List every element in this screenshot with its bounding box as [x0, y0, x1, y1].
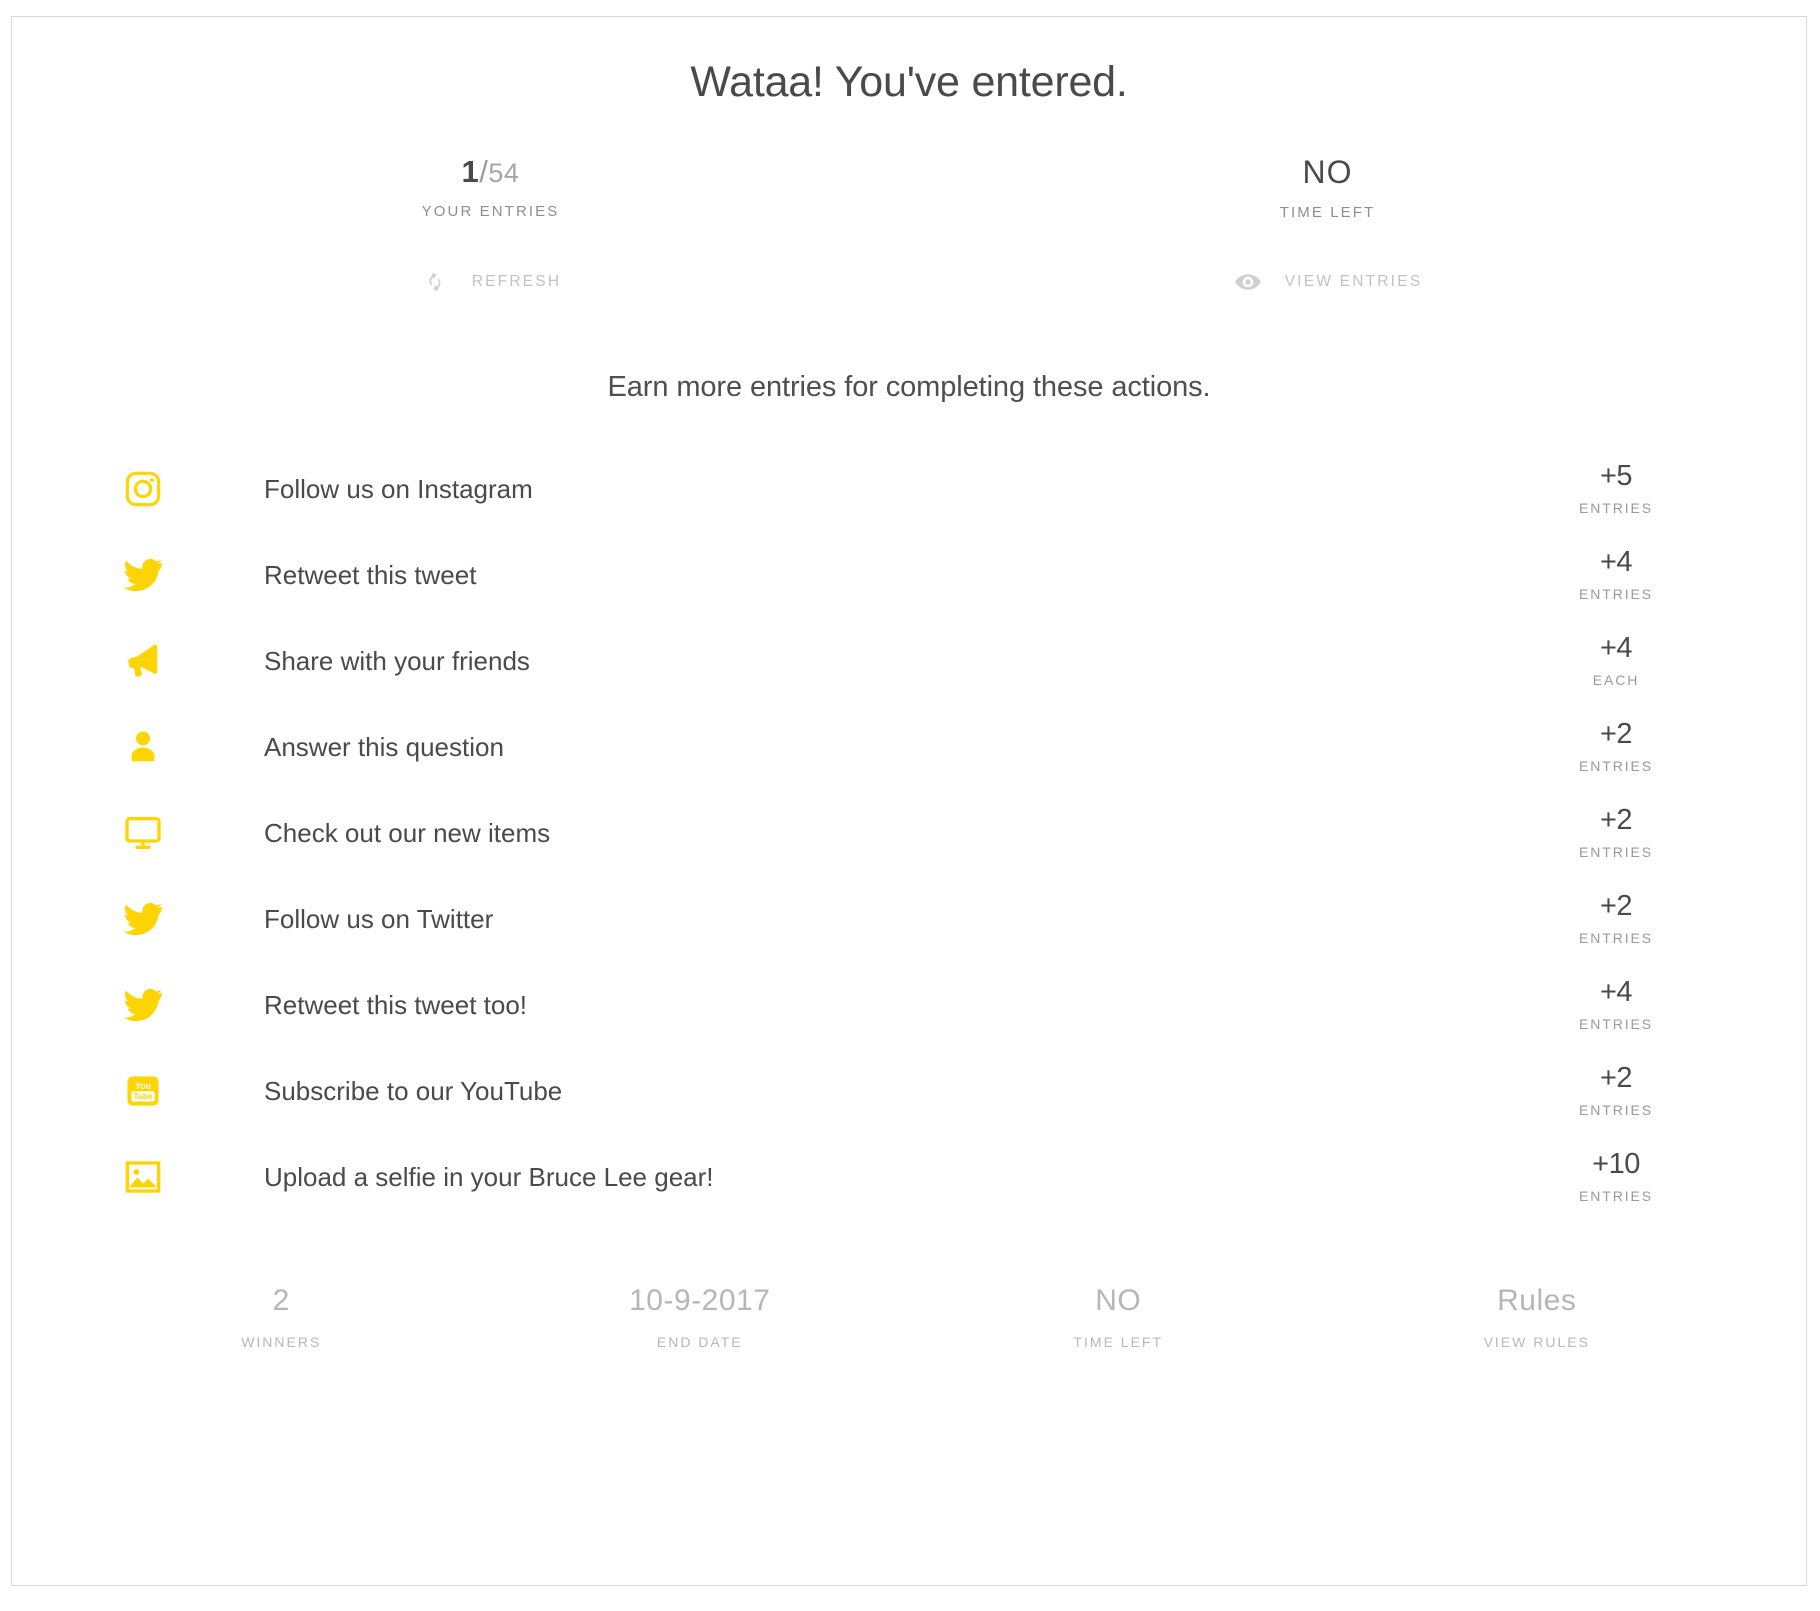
footer: 2 WINNERS 10-9-2017 END DATE NO TIME LEF…: [12, 1284, 1806, 1351]
refresh-icon: [420, 267, 450, 297]
action-label: Answer this question: [264, 731, 504, 762]
action-entry-amount: +2: [1599, 1062, 1633, 1095]
megaphone-icon: [117, 641, 169, 681]
action-entry-amount: +4: [1599, 546, 1633, 579]
action-entry-amount: +2: [1599, 890, 1633, 923]
actions-list: Follow us on Instagram +5 ENTRIES Retweet t…: [12, 446, 1806, 1220]
eye-icon: [1233, 267, 1263, 297]
action-entries: +2 ENTRIES: [1541, 890, 1701, 947]
action-label: Check out our new items: [264, 817, 551, 848]
footer-end-date-label: END DATE: [656, 1334, 743, 1351]
action-entry-unit: ENTRIES: [1579, 1188, 1653, 1205]
section-subtitle: Earn more entries for completing these a…: [607, 371, 1211, 404]
action-row[interactable]: Share with your friends +4 EACH: [117, 618, 1701, 704]
action-label: Follow us on Twitter: [264, 903, 494, 934]
refresh-col: REFRESH: [72, 267, 909, 297]
footer-end-date-value: 10-9-2017: [629, 1284, 771, 1318]
time-left-label: TIME LEFT: [1279, 204, 1376, 222]
view-entries-label: VIEW ENTRIES: [1284, 273, 1423, 291]
action-entry-unit: ENTRIES: [1579, 586, 1653, 603]
action-row[interactable]: Answer this question +2 ENTRIES: [117, 704, 1701, 790]
footer-view-rules[interactable]: Rules VIEW RULES: [1328, 1286, 1747, 1351]
action-row[interactable]: Check out our new items +2 ENTRIES: [117, 790, 1701, 876]
your-entries-count: 1: [461, 154, 480, 190]
action-label: Retweet this tweet: [264, 559, 477, 590]
action-entry-amount: +2: [1599, 804, 1633, 837]
action-row[interactable]: You Tube Subscribe to our YouTube +2 ENTRIES: [117, 1048, 1701, 1134]
footer-time-left-label: TIME LEFT: [1073, 1334, 1164, 1351]
footer-winners-value: 2: [272, 1284, 290, 1318]
twitter-icon: [117, 984, 169, 1026]
action-entries: +4 EACH: [1541, 632, 1701, 689]
action-label: Follow us on Instagram: [264, 473, 533, 504]
action-row[interactable]: Upload a selfie in your Bruce Lee gear! +…: [117, 1134, 1701, 1220]
photo-icon: [117, 1157, 169, 1197]
footer-rules-label: VIEW RULES: [1483, 1334, 1590, 1351]
action-label: Upload a selfie in your Bruce Lee gear!: [264, 1161, 714, 1192]
action-entries: +5 ENTRIES: [1541, 460, 1701, 517]
action-entry-unit: ENTRIES: [1579, 500, 1653, 517]
action-row[interactable]: Follow us on Instagram +5 ENTRIES: [117, 446, 1701, 532]
action-entry-unit: EACH: [1592, 672, 1640, 689]
action-row[interactable]: Retweet this tweet too! +4 ENTRIES: [117, 962, 1701, 1048]
action-entries: +4 ENTRIES: [1541, 546, 1701, 603]
action-entry-amount: +4: [1599, 632, 1633, 665]
action-label: Retweet this tweet too!: [264, 989, 528, 1020]
giveaway-card: Wataa! You've entered. 1/54 YOUR ENTRIES…: [11, 16, 1807, 1586]
action-entry-unit: ENTRIES: [1579, 1016, 1653, 1033]
stat-your-entries: 1/54 YOUR ENTRIES: [72, 156, 909, 221]
your-entries-value: 1/54: [72, 156, 909, 187]
actions-links-row: REFRESH VIEW ENTRIES: [12, 267, 1806, 297]
refresh-button[interactable]: REFRESH: [420, 267, 561, 297]
your-entries-total: 54: [488, 158, 520, 189]
monitor-icon: [117, 813, 169, 853]
your-entries-label: YOUR ENTRIES: [421, 203, 560, 221]
action-label: Share with your friends: [264, 645, 530, 676]
footer-end-date: 10-9-2017 END DATE: [491, 1284, 910, 1351]
instagram-icon: [117, 469, 169, 509]
action-entry-unit: ENTRIES: [1579, 758, 1653, 775]
action-row[interactable]: Retweet this tweet +4 ENTRIES: [117, 532, 1701, 618]
footer-winners-label: WINNERS: [241, 1334, 322, 1351]
action-entry-unit: ENTRIES: [1579, 844, 1653, 861]
footer-time-left-value: NO: [1095, 1284, 1142, 1318]
youtube-icon: You Tube: [117, 1072, 169, 1110]
view-entries-button[interactable]: VIEW ENTRIES: [1233, 267, 1423, 297]
footer-time-left: NO TIME LEFT: [909, 1284, 1328, 1351]
action-entries: +2 ENTRIES: [1541, 718, 1701, 775]
twitter-icon: [117, 554, 169, 596]
action-entry-unit: ENTRIES: [1579, 1102, 1653, 1119]
svg-text:Tube: Tube: [133, 1093, 152, 1102]
action-entry-amount: +2: [1599, 718, 1633, 751]
action-entries: +4 ENTRIES: [1541, 976, 1701, 1033]
action-entries: +2 ENTRIES: [1541, 1062, 1701, 1119]
action-entry-amount: +10: [1592, 1148, 1640, 1181]
stats-row: 1/54 YOUR ENTRIES NO TIME LEFT: [12, 156, 1806, 221]
refresh-label: REFRESH: [471, 273, 562, 291]
action-entries: +10 ENTRIES: [1541, 1148, 1701, 1205]
twitter-icon: [117, 898, 169, 940]
footer-winners: 2 WINNERS: [72, 1284, 491, 1351]
stat-time-left: NO TIME LEFT: [909, 156, 1746, 221]
time-left-value: NO: [1302, 154, 1353, 191]
view-entries-col: VIEW ENTRIES: [909, 267, 1746, 297]
page-title: Wataa! You've entered.: [690, 58, 1128, 106]
svg-text:You: You: [135, 1081, 151, 1091]
action-entries: +2 ENTRIES: [1541, 804, 1701, 861]
action-label: Subscribe to our YouTube: [264, 1075, 563, 1106]
action-entry-amount: +4: [1599, 976, 1633, 1009]
action-row[interactable]: Follow us on Twitter +2 ENTRIES: [117, 876, 1701, 962]
footer-rules-value[interactable]: Rules: [1328, 1286, 1747, 1316]
action-entry-amount: +5: [1599, 460, 1633, 493]
person-icon: [117, 728, 169, 766]
action-entry-unit: ENTRIES: [1579, 930, 1653, 947]
